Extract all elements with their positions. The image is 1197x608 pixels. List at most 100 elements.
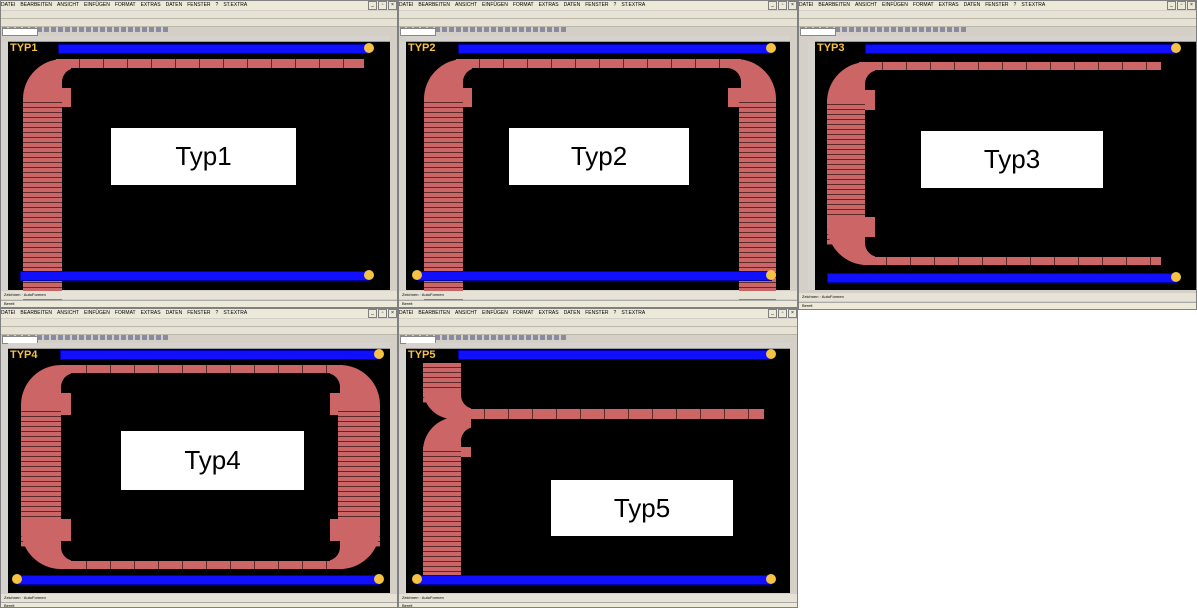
menu-datei[interactable]: Datei bbox=[399, 310, 413, 316]
worksheet-area[interactable]: TYP5 Typ5 bbox=[406, 349, 790, 593]
drawing-toolbar[interactable]: Zeichnen · AutoFormen bbox=[399, 291, 797, 299]
menu-fenster[interactable]: Fenster bbox=[187, 2, 210, 8]
format-toolbar[interactable] bbox=[799, 19, 1196, 32]
menu-help[interactable]: ? bbox=[216, 310, 219, 316]
menu-daten[interactable]: Daten bbox=[964, 2, 981, 8]
format-toolbar[interactable] bbox=[1, 19, 397, 32]
drawing-toolbar-vertical[interactable] bbox=[390, 343, 397, 593]
maximize-button[interactable]: ▫ bbox=[778, 309, 787, 318]
menu-help[interactable]: ? bbox=[614, 2, 617, 8]
menu-help[interactable]: ? bbox=[1014, 2, 1017, 8]
name-box[interactable] bbox=[800, 28, 836, 36]
menu-datei[interactable]: Datei bbox=[1, 310, 15, 316]
minimize-button[interactable]: _ bbox=[1167, 1, 1176, 10]
menu-fenster[interactable]: Fenster bbox=[187, 310, 210, 316]
top-rail bbox=[458, 44, 772, 54]
menu-einfuegen[interactable]: Einfügen bbox=[882, 2, 908, 8]
close-button[interactable]: × bbox=[388, 309, 397, 318]
window-typ2: Datei Bearbeiten Ansicht Einfügen Format Extr… bbox=[398, 0, 798, 308]
close-button[interactable]: × bbox=[788, 309, 797, 318]
menu-st-extra[interactable]: ST.Extra bbox=[223, 310, 247, 316]
menu-format[interactable]: Format bbox=[115, 310, 136, 316]
menu-ansicht[interactable]: Ansicht bbox=[455, 2, 477, 8]
minimize-button[interactable]: _ bbox=[368, 1, 377, 10]
menu-fenster[interactable]: Fenster bbox=[585, 2, 608, 8]
menu-format[interactable]: Format bbox=[513, 2, 534, 8]
menu-ansicht[interactable]: Ansicht bbox=[57, 2, 79, 8]
minimize-button[interactable]: _ bbox=[768, 1, 777, 10]
menu-help[interactable]: ? bbox=[614, 310, 617, 316]
menu-einfuegen[interactable]: Einfügen bbox=[482, 310, 508, 316]
top-rail bbox=[58, 44, 370, 54]
menu-extras[interactable]: Extras bbox=[141, 2, 161, 8]
worksheet-area[interactable]: TYP4 Typ4 bbox=[8, 349, 390, 593]
maximize-button[interactable]: ▫ bbox=[378, 309, 387, 318]
drawing-toolbar[interactable]: Zeichnen · AutoFormen bbox=[399, 594, 797, 602]
menu-st-extra[interactable]: ST.Extra bbox=[1021, 2, 1045, 8]
menu-help[interactable]: ? bbox=[216, 2, 219, 8]
menu-einfuegen[interactable]: Einfügen bbox=[84, 310, 110, 316]
menu-ansicht[interactable]: Ansicht bbox=[855, 2, 877, 8]
menu-datei[interactable]: Datei bbox=[399, 2, 413, 8]
menu-bearbeiten[interactable]: Bearbeiten bbox=[418, 2, 450, 8]
menu-bearbeiten[interactable]: Bearbeiten bbox=[20, 310, 52, 316]
close-button[interactable]: × bbox=[788, 1, 797, 10]
menu-extras[interactable]: Extras bbox=[539, 2, 559, 8]
menu-extras[interactable]: Extras bbox=[141, 310, 161, 316]
maximize-button[interactable]: ▫ bbox=[778, 1, 787, 10]
menu-ansicht[interactable]: Ansicht bbox=[57, 310, 79, 316]
menu-bar: Datei Bearbeiten Ansicht Einfügen Format Extr… bbox=[1, 309, 397, 318]
standard-toolbar[interactable] bbox=[1, 11, 397, 24]
menu-bearbeiten[interactable]: Bearbeiten bbox=[20, 2, 52, 8]
menu-extras[interactable]: Extras bbox=[939, 2, 959, 8]
standard-toolbar[interactable] bbox=[399, 319, 797, 332]
menu-daten[interactable]: Daten bbox=[564, 310, 581, 316]
menu-einfuegen[interactable]: Einfügen bbox=[482, 2, 508, 8]
name-box[interactable] bbox=[2, 28, 38, 36]
menu-extras[interactable]: Extras bbox=[539, 310, 559, 316]
drawing-toolbar-vertical[interactable] bbox=[799, 36, 808, 290]
close-button[interactable]: × bbox=[388, 1, 397, 10]
standard-toolbar[interactable] bbox=[399, 11, 797, 24]
worksheet-area[interactable]: TYP1 Typ1 bbox=[8, 42, 390, 306]
minimize-button[interactable]: _ bbox=[368, 309, 377, 318]
menu-daten[interactable]: Daten bbox=[564, 2, 581, 8]
maximize-button[interactable]: ▫ bbox=[378, 1, 387, 10]
menu-ansicht[interactable]: Ansicht bbox=[455, 310, 477, 316]
menu-format[interactable]: Format bbox=[115, 2, 136, 8]
worksheet-area[interactable]: TYP2 Typ2 bbox=[406, 42, 790, 306]
standard-toolbar[interactable] bbox=[1, 319, 397, 332]
drawing-toolbar-vertical[interactable] bbox=[790, 36, 797, 290]
standard-toolbar[interactable] bbox=[799, 11, 1196, 24]
format-toolbar[interactable] bbox=[1, 327, 397, 340]
bottom-rail-cap bbox=[364, 270, 374, 280]
type-label: Typ1 bbox=[175, 141, 232, 171]
maximize-button[interactable]: ▫ bbox=[1177, 1, 1186, 10]
menu-st-extra[interactable]: ST.Extra bbox=[223, 2, 247, 8]
menu-bearbeiten[interactable]: Bearbeiten bbox=[418, 310, 450, 316]
name-box[interactable] bbox=[400, 28, 436, 36]
menu-fenster[interactable]: Fenster bbox=[585, 310, 608, 316]
menu-datei[interactable]: Datei bbox=[799, 2, 813, 8]
minimize-button[interactable]: _ bbox=[768, 309, 777, 318]
drawing-toolbar-vertical[interactable] bbox=[790, 343, 797, 593]
menu-st-extra[interactable]: ST.Extra bbox=[621, 2, 645, 8]
drawing-toolbar[interactable]: Zeichnen · AutoFormen bbox=[1, 594, 397, 602]
menu-datei[interactable]: Datei bbox=[1, 2, 15, 8]
menu-st-extra[interactable]: ST.Extra bbox=[621, 310, 645, 316]
format-toolbar[interactable] bbox=[399, 19, 797, 32]
menu-fenster[interactable]: Fenster bbox=[985, 2, 1008, 8]
menu-daten[interactable]: Daten bbox=[166, 310, 183, 316]
worksheet-area[interactable]: TYP3 Typ3 bbox=[815, 42, 1196, 290]
menu-bearbeiten[interactable]: Bearbeiten bbox=[818, 2, 850, 8]
drawing-toolbar-vertical[interactable] bbox=[390, 36, 397, 290]
menu-einfuegen[interactable]: Einfügen bbox=[84, 2, 110, 8]
window-controls: _ ▫ × bbox=[768, 1, 797, 10]
menu-format[interactable]: Format bbox=[913, 2, 934, 8]
menu-format[interactable]: Format bbox=[513, 310, 534, 316]
close-button[interactable]: × bbox=[1187, 1, 1196, 10]
drawing-toolbar[interactable]: Zeichnen · AutoFormen bbox=[1, 291, 397, 299]
format-toolbar[interactable] bbox=[399, 327, 797, 340]
menu-daten[interactable]: Daten bbox=[166, 2, 183, 8]
drawing-toolbar[interactable]: Zeichnen · AutoFormen bbox=[799, 293, 1196, 301]
